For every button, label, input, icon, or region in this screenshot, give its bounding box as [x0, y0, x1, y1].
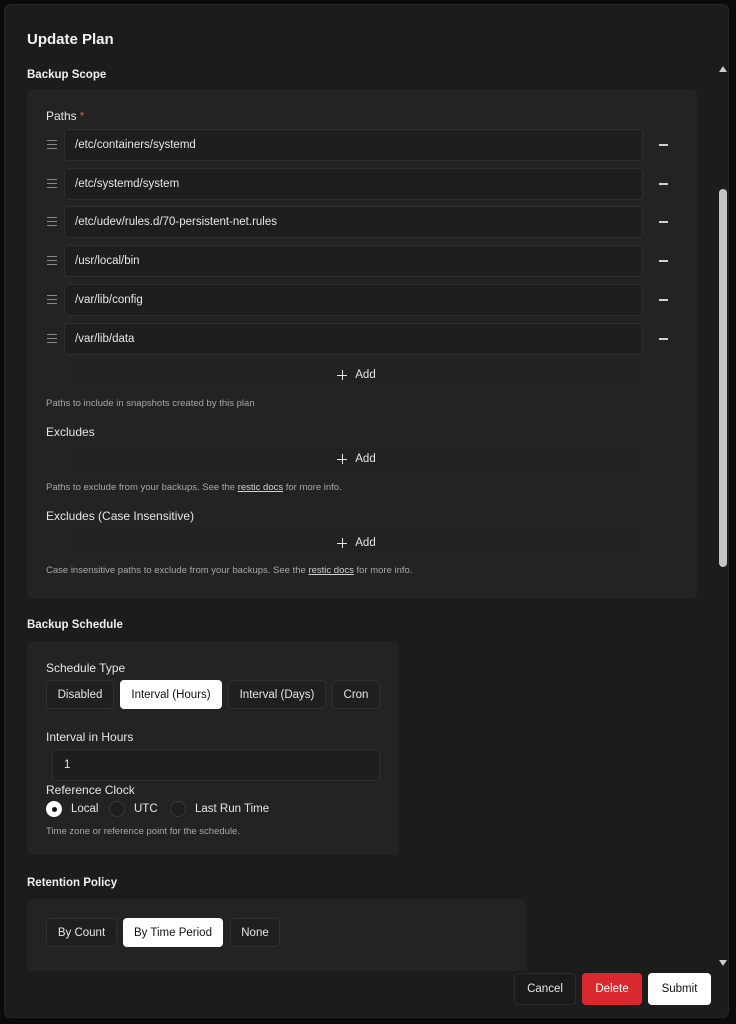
path-input[interactable]: /usr/local/bin: [64, 245, 643, 277]
drag-handle-icon[interactable]: [47, 334, 57, 343]
modal-title: Update Plan: [27, 31, 114, 48]
path-row: /etc/systemd/system: [27, 168, 687, 200]
scroll-up-arrow-icon[interactable]: [719, 66, 727, 72]
excludes-label: Excludes: [46, 425, 95, 439]
plus-icon: [337, 370, 348, 380]
path-row: /var/lib/config: [27, 284, 687, 316]
add-iexclude-button[interactable]: Add: [70, 528, 643, 558]
iexcludes-label: Excludes (Case Insensitive): [46, 509, 195, 523]
add-path-button[interactable]: Add: [70, 360, 643, 390]
path-row: /etc/containers/systemd: [27, 129, 687, 161]
remove-path-icon[interactable]: [659, 144, 668, 146]
excludes-help-text: Paths to exclude from your backups. See …: [46, 482, 342, 493]
backup-scope-card: Paths * /etc/containers/systemd /etc/syst…: [27, 89, 697, 599]
interval-hours-label: Interval in Hours: [46, 730, 134, 744]
schedule-option-cron[interactable]: Cron: [332, 680, 380, 709]
radio-unchecked-icon: [109, 801, 125, 817]
remove-path-icon[interactable]: [659, 221, 668, 223]
remove-path-icon[interactable]: [659, 183, 668, 185]
required-mark: *: [79, 109, 85, 123]
interval-hours-input[interactable]: 1: [52, 749, 380, 781]
update-plan-modal: Update Plan Backup Scope Paths * /etc/con…: [4, 4, 729, 1018]
schedule-option-interval-hours[interactable]: Interval (Hours): [120, 680, 222, 709]
paths-label: Paths *: [46, 109, 85, 123]
radio-unchecked-icon: [170, 801, 186, 817]
path-input[interactable]: /etc/udev/rules.d/70-persistent-net.rule…: [64, 206, 643, 238]
path-input[interactable]: /etc/containers/systemd: [64, 129, 643, 161]
schedule-type-label: Schedule Type: [46, 661, 126, 675]
drag-handle-icon[interactable]: [47, 295, 57, 304]
plus-icon: [337, 454, 348, 464]
scroll-down-arrow-icon[interactable]: [719, 960, 727, 966]
retention-option-by-count[interactable]: By Count: [46, 918, 117, 947]
reference-clock-label: Reference Clock: [46, 783, 135, 797]
backup-schedule-card: Schedule Type Disabled Interval (Hours) …: [27, 641, 399, 855]
path-input[interactable]: /var/lib/data: [64, 323, 643, 355]
radio-checked-icon: [46, 801, 62, 817]
retention-policy-title: Retention Policy: [27, 877, 118, 889]
retention-option-by-time-period[interactable]: By Time Period: [123, 918, 223, 947]
drag-handle-icon[interactable]: [47, 140, 57, 149]
remove-path-icon[interactable]: [659, 338, 668, 340]
backup-scope-title: Backup Scope: [27, 69, 107, 81]
path-row: /var/lib/data: [27, 323, 687, 355]
drag-handle-icon[interactable]: [47, 217, 57, 226]
drag-handle-icon[interactable]: [47, 179, 57, 188]
path-input[interactable]: /etc/systemd/system: [64, 168, 643, 200]
schedule-option-disabled[interactable]: Disabled: [46, 680, 114, 709]
retention-policy-card: By Count By Time Period None: [27, 899, 527, 971]
path-input[interactable]: /var/lib/config: [64, 284, 643, 316]
paths-help-text: Paths to include in snapshots created by…: [46, 398, 255, 409]
clock-option-local[interactable]: Local: [46, 801, 99, 817]
delete-button[interactable]: Delete: [582, 973, 642, 1005]
clock-option-utc[interactable]: UTC: [109, 801, 158, 817]
submit-button[interactable]: Submit: [648, 973, 711, 1005]
schedule-option-interval-days[interactable]: Interval (Days): [228, 680, 326, 709]
add-exclude-button[interactable]: Add: [70, 444, 643, 474]
scrollbar[interactable]: [718, 63, 728, 969]
scrollbar-thumb[interactable]: [719, 189, 727, 567]
drag-handle-icon[interactable]: [47, 256, 57, 265]
iexcludes-help-text: Case insensitive paths to exclude from y…: [46, 565, 413, 576]
path-row: /etc/udev/rules.d/70-persistent-net.rule…: [27, 206, 687, 238]
plus-icon: [337, 538, 348, 548]
restic-docs-link[interactable]: restic docs: [238, 482, 283, 493]
clock-help-text: Time zone or reference point for the sch…: [46, 826, 240, 837]
retention-option-none[interactable]: None: [230, 918, 280, 947]
restic-docs-link[interactable]: restic docs: [308, 565, 353, 576]
remove-path-icon[interactable]: [659, 260, 668, 262]
backup-schedule-title: Backup Schedule: [27, 619, 123, 631]
path-row: /usr/local/bin: [27, 245, 687, 277]
modal-scroll-area[interactable]: Backup Scope Paths * /etc/containers/syst…: [5, 61, 717, 971]
cancel-button[interactable]: Cancel: [514, 973, 576, 1005]
remove-path-icon[interactable]: [659, 299, 668, 301]
clock-option-last-run[interactable]: Last Run Time: [170, 801, 269, 817]
